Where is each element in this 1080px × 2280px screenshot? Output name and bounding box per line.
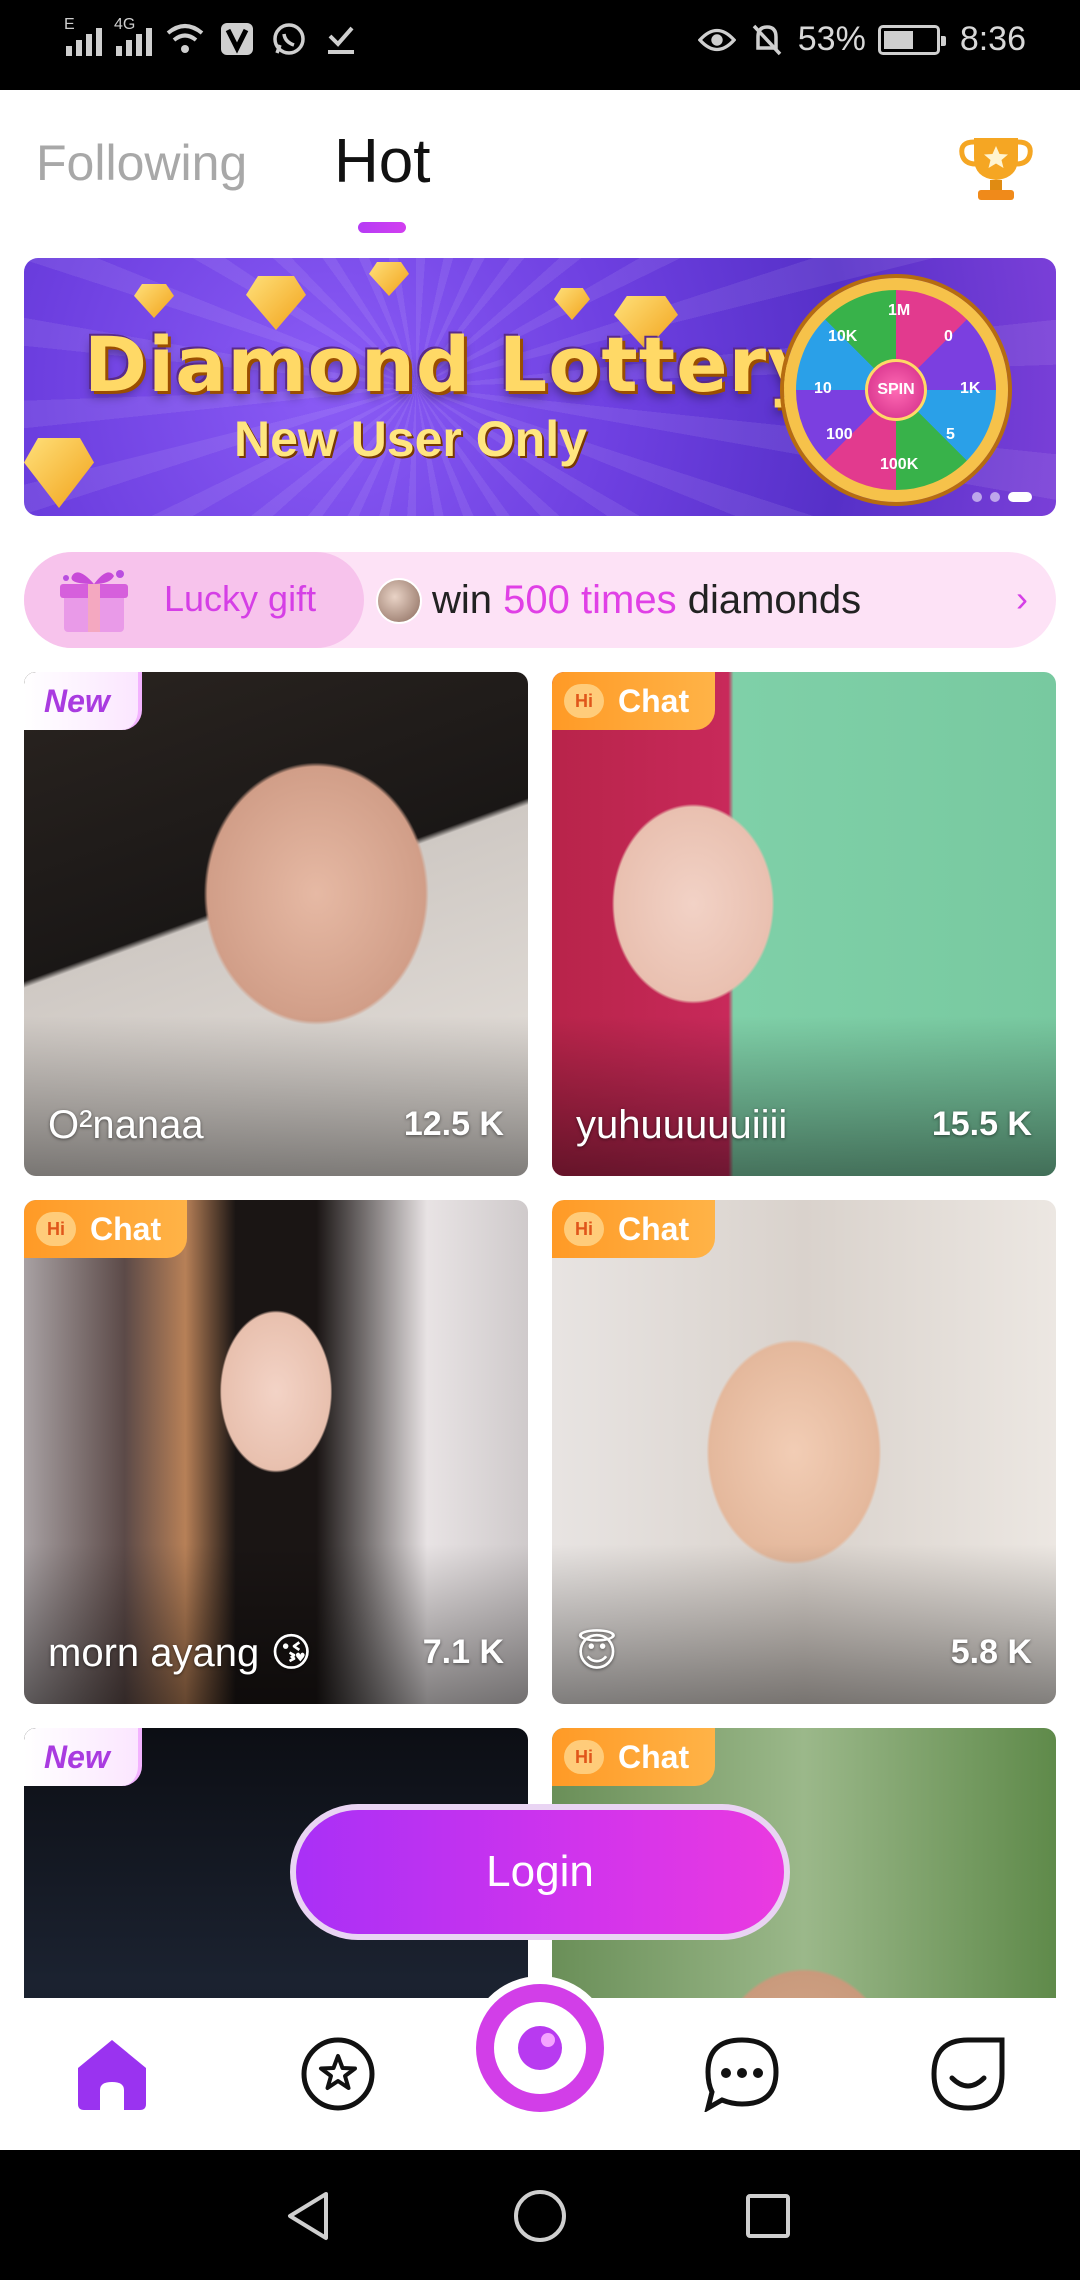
stream-card[interactable]: Hi Chat morn ayang 😘 7.1 K	[24, 1200, 528, 1704]
viewer-count: 5.8 K	[950, 1633, 1032, 1671]
hi-icon: Hi	[564, 1740, 604, 1774]
viewer-count: 7.1 K	[422, 1633, 504, 1671]
tab-hot[interactable]: Hot	[334, 126, 430, 197]
stream-card[interactable]: Hi Chat 😇 5.8 K	[552, 1200, 1056, 1704]
new-badge: New	[24, 672, 142, 730]
home-icon[interactable]	[70, 2032, 154, 2116]
active-tab-indicator	[358, 222, 406, 233]
top-tabs: Following Hot	[0, 90, 1080, 250]
recents-icon[interactable]	[738, 2186, 798, 2246]
viewer-count: 15.5 K	[931, 1105, 1032, 1143]
hi-icon: Hi	[36, 1212, 76, 1246]
streamer-name: O²nanaa	[48, 1103, 204, 1147]
signal-4g-icon: 4G	[114, 16, 152, 56]
system-nav-bar	[0, 2150, 1080, 2280]
hi-icon: Hi	[564, 684, 604, 718]
viewer-count: 12.5 K	[403, 1105, 504, 1143]
profile-icon[interactable]	[926, 2032, 1010, 2116]
go-live-button[interactable]	[468, 1976, 612, 2120]
new-badge: New	[24, 1728, 142, 1786]
gift-box-icon	[54, 566, 134, 636]
status-bar: E 4G 53% 8:36	[0, 0, 1080, 90]
spin-button: SPIN	[865, 359, 927, 421]
bottom-nav	[0, 1976, 1080, 2150]
chat-icon[interactable]	[700, 2032, 784, 2116]
streamer-name: morn ayang 😘	[48, 1631, 313, 1675]
chat-badge: Hi Chat	[552, 672, 716, 730]
chat-badge: Hi Chat	[24, 1200, 188, 1258]
streamer-name: 😇	[576, 1631, 618, 1675]
chat-badge: Hi Chat	[552, 1200, 716, 1258]
mute-bell-icon	[748, 21, 786, 59]
whatsapp-icon	[270, 20, 308, 58]
diamond-lottery-banner[interactable]: Diamond Lottery New User Only 1M 0 1K 5 …	[24, 258, 1056, 516]
download-done-icon	[322, 20, 360, 58]
tab-following[interactable]: Following	[36, 134, 247, 192]
stream-card[interactable]: New O²nanaa 12.5 K	[24, 672, 528, 1176]
streamer-name: yuhuuuuuiiii	[576, 1103, 788, 1147]
star-icon[interactable]	[296, 2032, 380, 2116]
streams-grid: New O²nanaa 12.5 K Hi Chat yuhuuuuuiiii 1…	[24, 672, 1056, 1998]
wifi-icon	[166, 20, 204, 58]
back-icon[interactable]	[278, 2186, 338, 2246]
signal-icon: E	[64, 16, 102, 56]
lucky-gift-bar[interactable]: Lucky gift win 500 times diamonds ›	[24, 552, 1056, 648]
clock: 8:36	[959, 20, 1026, 58]
battery-percent: 53%	[797, 20, 866, 58]
lucky-gift-label: Lucky gift	[164, 578, 317, 619]
eye-icon	[697, 21, 736, 59]
hi-icon: Hi	[564, 1212, 604, 1246]
home-circle-icon[interactable]	[510, 2186, 570, 2246]
stream-card[interactable]: Hi Chat yuhuuuuuiiii 15.5 K	[552, 672, 1056, 1176]
lucky-gift-text: win 500 times diamonds	[432, 578, 862, 622]
chat-badge: Hi Chat	[552, 1728, 716, 1786]
chevron-right-icon: ›	[1016, 578, 1028, 619]
trophy-icon[interactable]	[956, 130, 1036, 206]
spin-wheel: 1M 0 1K 5 100K 100 10 10K SPIN	[784, 278, 1008, 502]
v-app-icon	[218, 20, 256, 58]
banner-title: Diamond Lottery	[84, 320, 818, 409]
battery-icon	[877, 24, 946, 55]
banner-page-indicator	[972, 492, 1032, 502]
banner-subtitle: New User Only	[234, 411, 587, 467]
login-button[interactable]: Login	[290, 1804, 790, 1940]
live-icon	[476, 1984, 604, 2112]
avatar	[376, 578, 422, 624]
